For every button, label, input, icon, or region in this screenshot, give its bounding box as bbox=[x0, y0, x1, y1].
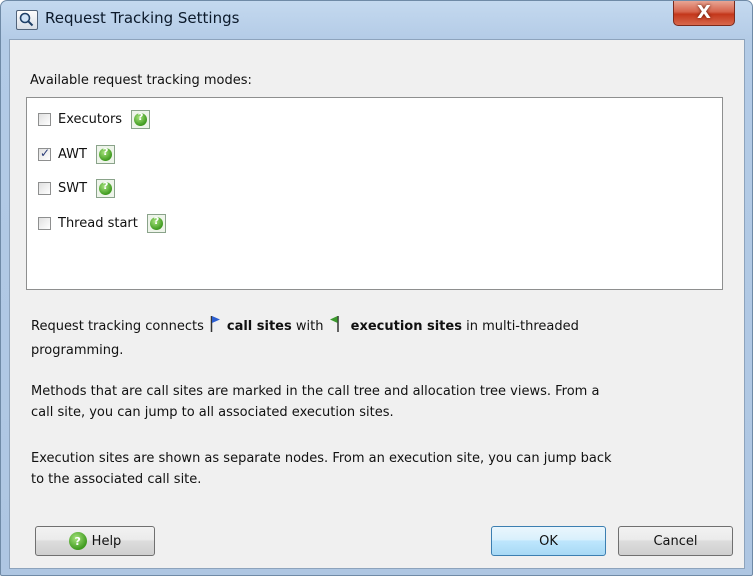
mode-row-executors[interactable]: Executors bbox=[38, 107, 151, 131]
desc-p3-line2: to the associated call site. bbox=[31, 472, 202, 487]
mode-label-executors: Executors bbox=[58, 111, 123, 127]
help-icon: ? bbox=[68, 532, 87, 550]
desc-p1-line2: programming. bbox=[31, 343, 124, 358]
swt-help-icon[interactable] bbox=[96, 178, 116, 198]
thread-start-checkbox[interactable] bbox=[38, 216, 51, 230]
modes-list: Executors AWT SWT Thread start bbox=[26, 97, 723, 290]
desc-call-sites: call sites bbox=[226, 319, 292, 334]
ok-button[interactable]: OK bbox=[491, 526, 606, 556]
call-site-flag-icon bbox=[210, 315, 221, 340]
executors-checkbox[interactable] bbox=[38, 112, 51, 126]
close-button[interactable]: X bbox=[673, 1, 735, 26]
mode-row-thread-start[interactable]: Thread start bbox=[38, 211, 166, 235]
close-icon: X bbox=[697, 2, 711, 23]
help-button-label: Help bbox=[91, 533, 122, 549]
mode-label-swt: SWT bbox=[58, 180, 88, 196]
description-paragraph-3: Execution sites are shown as separate no… bbox=[31, 448, 731, 490]
desc-p1-suffix: in multi-threaded bbox=[466, 319, 579, 334]
cancel-button-label: Cancel bbox=[653, 533, 698, 549]
title-bar[interactable]: Request Tracking Settings X bbox=[1, 1, 752, 39]
desc-p1-prefix: Request tracking connects bbox=[31, 319, 204, 334]
description-paragraph-2: Methods that are call sites are marked i… bbox=[31, 381, 731, 423]
desc-p2-line1: Methods that are call sites are marked i… bbox=[31, 384, 600, 399]
thread-start-help-icon[interactable] bbox=[146, 213, 166, 233]
mode-row-awt[interactable]: AWT bbox=[38, 142, 115, 166]
help-button[interactable]: ? Help bbox=[35, 526, 155, 556]
awt-checkbox[interactable] bbox=[38, 146, 51, 161]
cancel-button[interactable]: Cancel bbox=[618, 526, 733, 556]
ok-button-label: OK bbox=[539, 533, 558, 549]
desc-execution-sites: execution sites bbox=[350, 319, 462, 334]
swt-checkbox[interactable] bbox=[38, 181, 51, 195]
window-title: Request Tracking Settings bbox=[45, 9, 240, 27]
executors-help-icon[interactable] bbox=[131, 109, 151, 129]
desc-p2-line2: call site, you can jump to all associate… bbox=[31, 405, 394, 420]
modes-header: Available request tracking modes: bbox=[30, 73, 252, 88]
mode-row-swt[interactable]: SWT bbox=[38, 176, 116, 200]
awt-help-icon[interactable] bbox=[95, 144, 115, 164]
execution-site-flag-icon bbox=[329, 315, 340, 340]
description-paragraph-1: Request tracking connects call sites with… bbox=[31, 315, 731, 361]
mode-label-awt: AWT bbox=[58, 146, 87, 162]
desc-with: with bbox=[295, 319, 324, 334]
desc-p3-line1: Execution sites are shown as separate no… bbox=[31, 451, 612, 466]
app-magnifier-icon bbox=[16, 10, 38, 30]
dialog-window: Request Tracking Settings X Available re… bbox=[0, 0, 753, 576]
mode-label-thread-start: Thread start bbox=[58, 215, 138, 231]
